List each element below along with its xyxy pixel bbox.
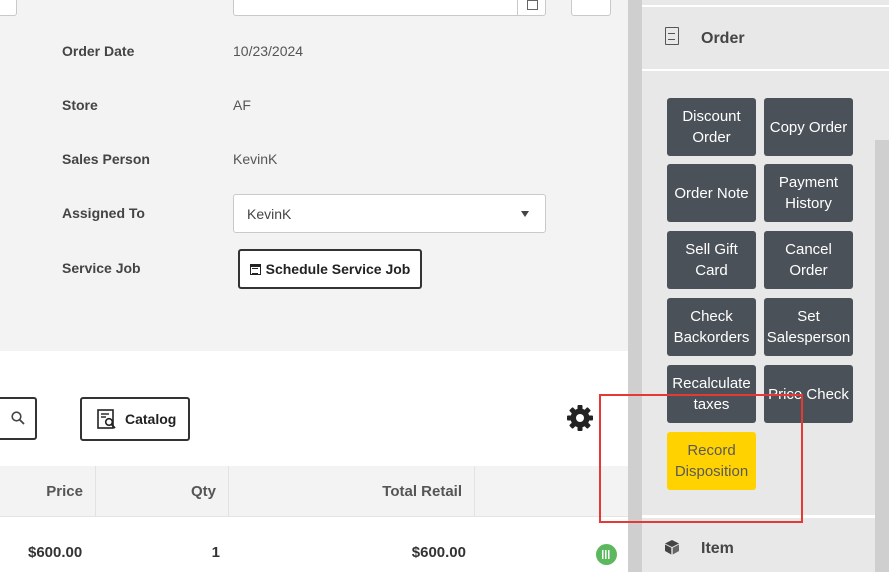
store-label: Store (62, 97, 98, 113)
annotation-highlight-box (599, 394, 803, 523)
cancel-order-button[interactable]: Cancel Order (764, 231, 853, 289)
sales-person-label: Sales Person (62, 151, 150, 167)
schedule-service-job-button[interactable]: Schedule Service Job (238, 249, 422, 289)
search-button[interactable] (0, 397, 37, 440)
store-value: AF (233, 97, 251, 113)
row-qty: 1 (211, 544, 220, 561)
column-header-price[interactable]: Price (0, 466, 96, 517)
row-total-retail: $600.00 (411, 544, 466, 561)
row-price: $600.00 (28, 544, 83, 561)
catalog-icon (97, 409, 116, 429)
chevron-down-icon (521, 211, 529, 217)
calendar-icon[interactable] (517, 0, 545, 15)
calendar-icon (249, 263, 261, 275)
search-icon (11, 411, 25, 425)
assigned-to-label: Assigned To (62, 205, 145, 221)
copy-order-button[interactable]: Copy Order (764, 98, 853, 156)
date-due-field[interactable] (233, 0, 546, 16)
check-backorders-button[interactable]: Check Backorders (667, 298, 756, 356)
catalog-label: Catalog (125, 411, 177, 427)
column-header-total-retail[interactable]: Total Retail (229, 466, 475, 517)
table-settings-button[interactable] (566, 404, 594, 432)
assigned-to-select[interactable]: KevinK (233, 194, 546, 233)
item-section-title: Item (701, 540, 734, 557)
line-items-header: Price Qty Total Retail (0, 466, 628, 517)
sales-person-value: KevinK (233, 151, 278, 167)
order-date-value: 10/23/2024 (233, 43, 304, 59)
order-section-title: Order (701, 30, 745, 47)
order-section-header[interactable]: Order (642, 7, 889, 71)
set-salesperson-button[interactable]: Set Salesperson (764, 298, 853, 356)
partial-field-right[interactable] (571, 0, 611, 16)
discount-order-button[interactable]: Discount Order (667, 98, 756, 156)
sell-gift-card-button[interactable]: Sell Gift Card (667, 231, 756, 289)
service-job-label: Service Job (62, 260, 141, 276)
item-section-header[interactable]: Item (642, 515, 889, 572)
column-header-qty[interactable]: Qty (96, 466, 229, 517)
cube-icon (665, 540, 679, 555)
schedule-service-job-label: Schedule Service Job (265, 261, 411, 277)
assigned-to-selected-value: KevinK (247, 206, 292, 222)
catalog-button[interactable]: Catalog (80, 397, 190, 441)
barcode-icon[interactable] (596, 544, 617, 565)
partial-field-left[interactable] (0, 0, 17, 16)
sidebar-scrollbar[interactable] (875, 140, 889, 572)
order-form: Order Date 10/23/2024 Store AF Sales Per… (0, 0, 628, 351)
order-date-label: Order Date (62, 43, 135, 59)
order-note-button[interactable]: Order Note (667, 164, 756, 222)
order-detail-panel: Order Date 10/23/2024 Store AF Sales Per… (0, 0, 628, 572)
payment-history-button[interactable]: Payment History (764, 164, 853, 222)
gear-icon (567, 405, 593, 431)
document-icon (665, 27, 679, 45)
